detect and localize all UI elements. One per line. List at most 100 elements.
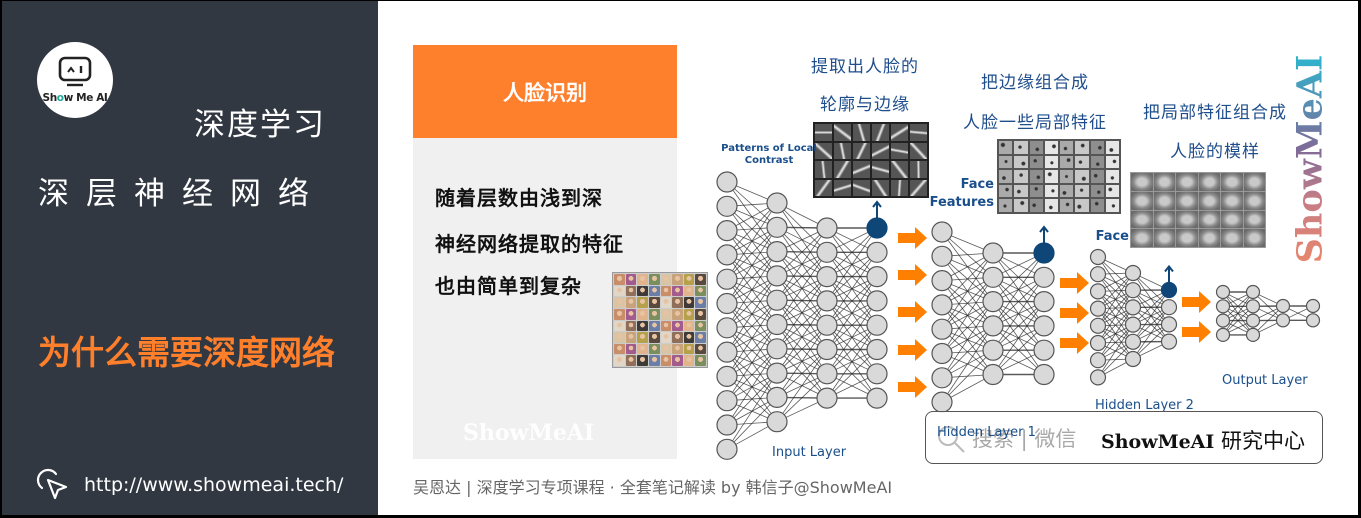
neuron [1124,282,1142,299]
neuron [866,266,888,288]
flow-arrow-icon [1060,302,1089,324]
neuron [1160,316,1178,333]
neuron [816,290,838,312]
neuron [866,363,888,385]
output-layer-label: Output Layer [1222,373,1308,388]
neuron [716,244,738,266]
neuron [716,317,738,339]
neuron [766,338,788,360]
flow-arrow-icon [1060,332,1089,354]
neuron [1089,317,1107,334]
neuron [1089,352,1107,369]
neuron [982,266,1004,288]
neuron [766,289,788,311]
flow-arrow-icon [898,264,927,286]
neuron [766,386,788,408]
neuron [716,341,738,363]
hidden-layer-1-label: Hidden Layer 1 [937,425,1036,440]
neuron [1245,313,1261,328]
neuron [1245,299,1261,314]
highlighted-neuron [1160,281,1178,299]
neuron [1215,284,1231,300]
neuron [931,270,953,292]
highlighted-neuron [866,217,888,239]
search-brand: ShowMeAI 研究中心 [1101,429,1306,453]
up-arrow-icon [872,200,882,218]
neuron [1033,291,1055,313]
neuron [716,220,738,242]
neuron [766,216,788,238]
neuron [1275,313,1291,328]
neuron [931,391,953,413]
flow-arrow-icon [898,339,927,361]
neuron [1089,283,1107,300]
neuron [1160,333,1178,350]
neuron [1245,327,1261,342]
footer-credit: 吴恩达 | 深度学习专项课程 · 全套笔记解读 by 韩信子@ShowMeAI [413,478,893,497]
neuron [1089,334,1107,352]
neuron [716,268,738,290]
neuron [931,342,953,365]
neuron [931,318,953,340]
up-arrow-icon [1039,225,1049,243]
neuron [716,390,738,412]
neuron [866,241,888,263]
neuron [816,363,838,385]
neuron [816,241,838,263]
neuron [1245,284,1261,300]
flow-arrow-icon [1182,321,1211,343]
neuron [1124,333,1142,350]
network-edge [776,349,828,422]
neuron [716,438,738,460]
neuron [766,241,788,263]
flow-arrow-icon [1182,291,1211,313]
neuron [931,294,953,316]
neuron [1033,363,1055,386]
flow-arrow-icon [1060,272,1089,294]
neuron [816,266,838,288]
neuron [1033,315,1055,337]
up-arrow-icon [1164,264,1174,283]
neuron [766,313,788,336]
neuron [816,217,838,239]
neuron [1215,327,1231,342]
neuron [866,290,888,312]
neuron [1305,298,1321,314]
neuron [1089,248,1107,266]
input-layer-label: Input Layer [772,445,847,460]
neuron [1305,313,1321,328]
neuron [1215,299,1231,314]
neuron [816,338,838,361]
neuron [716,171,738,193]
neuron [716,292,738,315]
neuron [1089,300,1107,317]
flow-arrow-icon [898,376,927,398]
neuron [716,195,738,217]
neuron [766,411,788,433]
neuron [816,314,838,336]
neuron [766,192,788,214]
vertical-watermark: ShowMeAI [1289,54,1330,264]
neuron [866,338,888,361]
flow-arrow-icon [898,227,927,249]
network-edge [1132,306,1170,360]
neuron [931,221,953,243]
neuron [982,363,1004,386]
neuron [1124,316,1142,333]
neuron [1089,369,1107,386]
neuron [982,291,1004,313]
neuron [1124,299,1142,316]
neuron [1275,298,1291,314]
neuron [816,387,838,409]
neuron [982,315,1004,337]
neuron [766,362,788,384]
flow-arrow-icon [898,301,927,323]
neuron [1033,266,1055,288]
neuron [716,414,738,436]
neuron [931,245,953,267]
neuron [1160,299,1178,316]
neuron [1124,350,1142,368]
neuron [1215,313,1231,328]
neuron [866,387,888,409]
neuron [766,265,788,287]
